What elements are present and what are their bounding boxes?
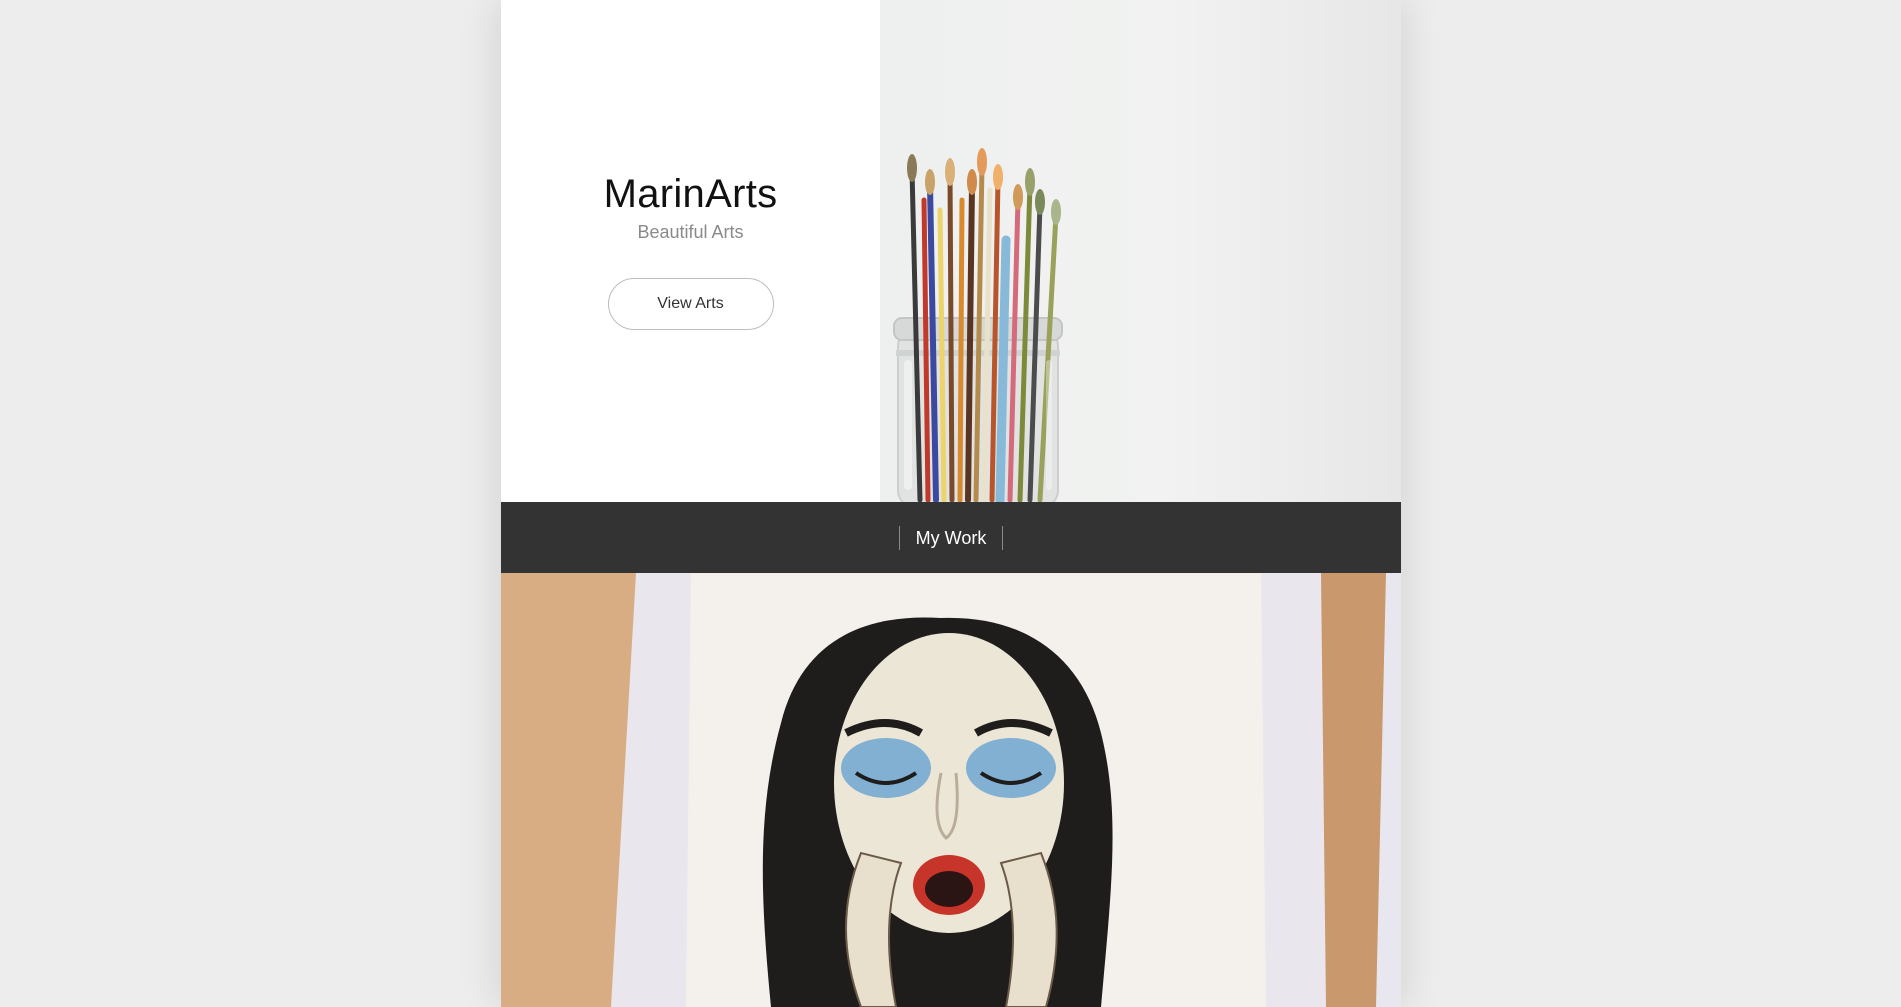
- navigation-bar: My Work: [501, 502, 1401, 573]
- nav-item-my-work[interactable]: My Work: [898, 525, 1004, 550]
- paintbrush-jar-image: [893, 148, 1063, 502]
- hero-text-panel: MarinArts Beautiful Arts View Arts: [501, 0, 880, 502]
- artwork-image-screaming-face: [501, 573, 1401, 1007]
- site-subtitle: Beautiful Arts: [637, 222, 744, 242]
- page-container: MarinArts Beautiful Arts View Arts My Wo…: [501, 0, 1401, 1007]
- hero-section: MarinArts Beautiful Arts View Arts: [501, 0, 1401, 502]
- view-arts-button[interactable]: View Arts: [607, 278, 774, 330]
- site-title: MarinArts: [603, 172, 778, 216]
- hero-image-brushes: [880, 0, 1401, 502]
- artwork-section: [501, 573, 1401, 1007]
